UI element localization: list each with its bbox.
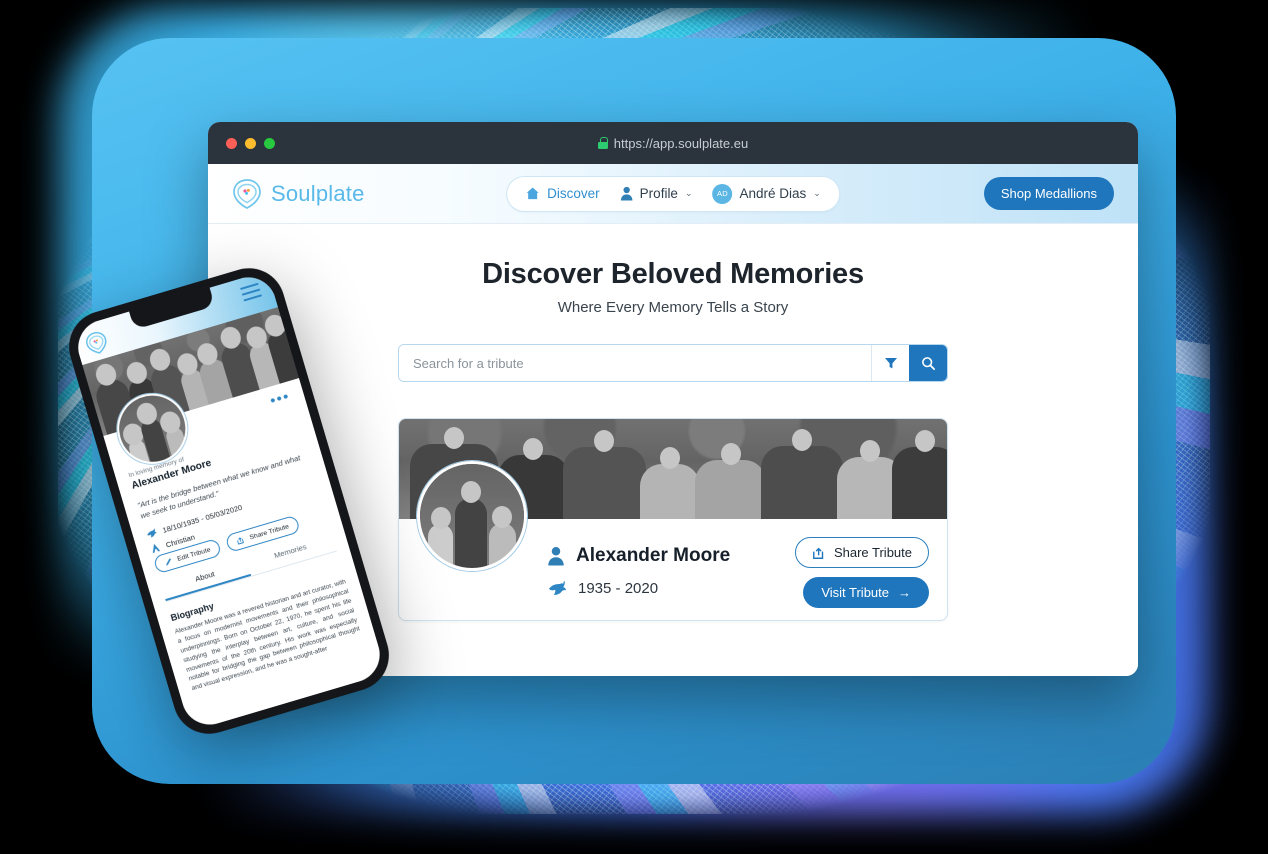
share-icon xyxy=(812,546,826,560)
heart-pin-logo-icon xyxy=(232,178,262,210)
shop-medallions-button[interactable]: Shop Medallions xyxy=(983,177,1114,210)
tribute-card-body: Alexander Moore 1935 - 2020 Share Tribut… xyxy=(399,461,947,620)
nav-label-user: André Dias xyxy=(739,186,807,201)
chevron-down-icon: ⌄ xyxy=(684,188,693,198)
nav-pill: Discover Profile ⌄ AD André Dias ⌄ xyxy=(506,175,840,212)
tribute-name-row: Alexander Moore xyxy=(547,545,730,567)
share-tribute-label: Share Tribute xyxy=(833,545,912,560)
nav-item-profile[interactable]: Profile ⌄ xyxy=(620,186,693,201)
tribute-actions: Share Tribute Visit Tribute → xyxy=(794,537,929,608)
screenshot-stage: https://app.soulplate.eu Soulplate Disco… xyxy=(0,0,1268,854)
chevron-down-icon: ⌄ xyxy=(813,188,821,198)
padlock-icon xyxy=(597,137,608,149)
dove-icon xyxy=(547,579,567,597)
hamburger-icon[interactable] xyxy=(239,282,263,306)
nav-label-profile: Profile xyxy=(639,186,678,201)
pencil-icon xyxy=(164,557,174,567)
person-icon xyxy=(547,546,565,566)
tribute-info: Alexander Moore 1935 - 2020 xyxy=(547,545,730,597)
browser-titlebar: https://app.soulplate.eu xyxy=(208,122,1138,164)
phone-bio-text: Alexander Moore was a revered historian … xyxy=(174,578,361,693)
minimize-window-button[interactable] xyxy=(245,137,256,149)
funnel-icon xyxy=(884,356,898,370)
site-navbar: Soulplate Discover Profile ⌄ AD André Di… xyxy=(208,164,1138,224)
url-text: https://app.soulplate.eu xyxy=(613,135,749,151)
filter-button[interactable] xyxy=(871,345,909,381)
magnifier-icon xyxy=(921,356,936,371)
avatar: AD xyxy=(712,183,733,204)
visit-tribute-button[interactable]: Visit Tribute → xyxy=(803,577,929,608)
close-window-button[interactable] xyxy=(226,137,237,149)
brand-name: Soulplate xyxy=(271,180,365,206)
visit-tribute-label: Visit Tribute xyxy=(821,585,889,600)
faith-icon xyxy=(149,542,161,554)
dove-icon xyxy=(145,527,158,540)
page-subtitle: Where Every Memory Tells a Story xyxy=(557,299,789,316)
search-button[interactable] xyxy=(909,345,947,381)
home-icon xyxy=(525,186,540,201)
phone-share-label: Share Tribute xyxy=(248,522,290,542)
tribute-dates: 1935 - 2020 xyxy=(578,579,659,597)
tribute-name: Alexander Moore xyxy=(576,545,731,566)
tribute-card[interactable]: Alexander Moore 1935 - 2020 Share Tribut… xyxy=(398,418,948,621)
page-title: Discover Beloved Memories xyxy=(482,258,864,290)
search-bar xyxy=(398,344,948,382)
tribute-dates-row: 1935 - 2020 xyxy=(547,579,730,597)
phone-edit-label: Edit Tribute xyxy=(176,545,212,563)
nav-item-user[interactable]: AD André Dias ⌄ xyxy=(712,183,821,204)
maximize-window-button[interactable] xyxy=(264,137,275,149)
search-input[interactable] xyxy=(399,345,871,381)
share-tribute-button[interactable]: Share Tribute xyxy=(794,537,929,568)
share-icon xyxy=(236,535,246,545)
person-icon xyxy=(620,186,633,201)
address-bar[interactable]: https://app.soulplate.eu xyxy=(208,136,1138,151)
nav-label-discover: Discover xyxy=(547,186,600,201)
tribute-avatar xyxy=(417,461,527,571)
window-traffic-lights[interactable] xyxy=(226,137,275,149)
arrow-right-icon: → xyxy=(898,585,911,600)
nav-item-discover[interactable]: Discover xyxy=(525,186,600,201)
brand-logo[interactable]: Soulplate xyxy=(232,178,365,210)
heart-pin-logo-icon[interactable] xyxy=(83,328,111,357)
